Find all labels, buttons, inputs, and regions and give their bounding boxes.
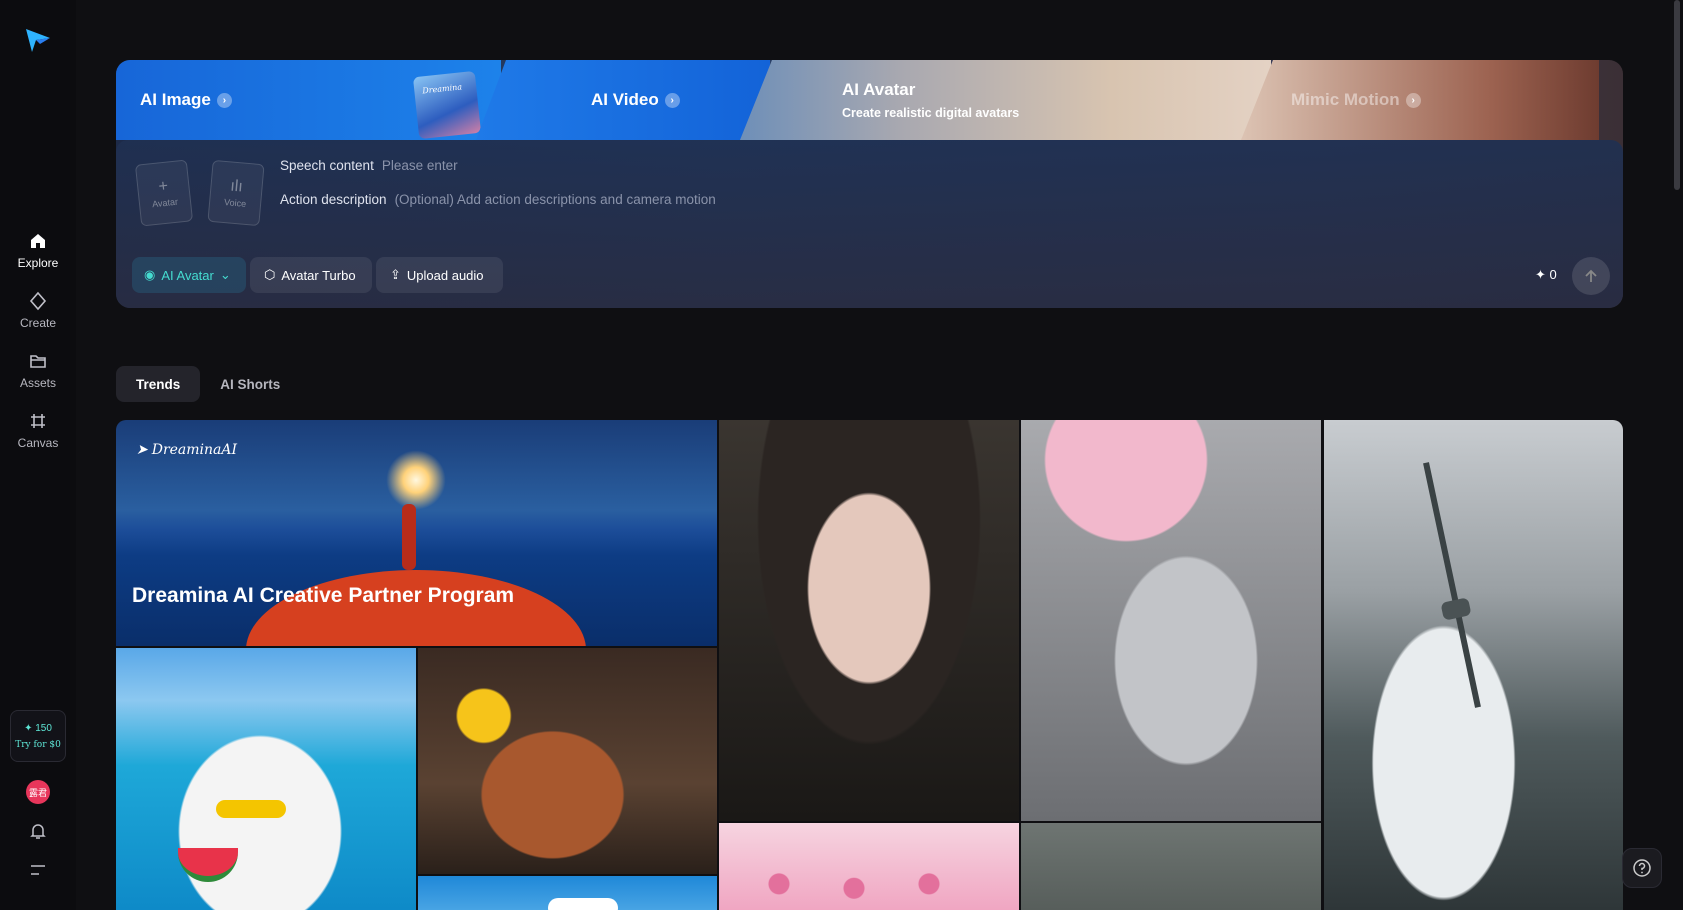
tab-label: AI Video › xyxy=(591,90,680,110)
sidebar-nav: Explore Create Assets Canvas xyxy=(0,220,76,460)
gallery-item-veiled-man[interactable] xyxy=(719,420,1019,821)
field-label: Speech content xyxy=(280,158,374,173)
tab-ai-image[interactable]: AI Image › Dreamina xyxy=(116,60,501,140)
tab-trends[interactable]: Trends xyxy=(116,366,201,402)
banner-sun xyxy=(386,450,446,510)
speech-content-field[interactable]: Speech content Please enter xyxy=(280,158,458,173)
field-label: Action description xyxy=(280,192,387,207)
cube-icon: ⬡ xyxy=(264,267,276,282)
sidebar-item-label: Explore xyxy=(17,256,59,270)
gallery-item-pink-field[interactable] xyxy=(719,823,1019,910)
chevron-down-icon: ⌄ xyxy=(219,267,231,282)
tab-ai-video-label: AI Video xyxy=(591,90,659,109)
chevron-right-icon: › xyxy=(216,92,232,108)
section-tabs: Trends AI Shorts xyxy=(116,366,300,402)
credit-cost: ✦ 0 xyxy=(1535,267,1557,283)
plus-icon: + xyxy=(157,177,169,196)
gallery-item-foggy-scene[interactable] xyxy=(1021,823,1321,910)
bell-icon[interactable] xyxy=(28,821,48,841)
banner-hill xyxy=(246,570,586,646)
eye-icon: ◉ xyxy=(144,267,156,282)
tab-ai-avatar-label: AI Avatar xyxy=(842,80,916,99)
gallery-item-cat-pool[interactable] xyxy=(116,648,416,910)
page-scrollbar[interactable] xyxy=(1674,0,1680,190)
sunglasses-shape xyxy=(216,800,286,818)
menu-icon[interactable] xyxy=(28,862,48,878)
partner-program-banner[interactable]: ➤ DreaminaAI Dreamina AI Creative Partne… xyxy=(116,420,717,646)
help-button[interactable] xyxy=(1622,848,1662,888)
dreamina-logo-icon: ➤ xyxy=(136,442,148,458)
upload-audio-button[interactable]: ⇪ Upload audio xyxy=(376,257,503,293)
slot-label: Avatar xyxy=(151,196,179,210)
mode-select-button[interactable]: ◉ AI Avatar ⌄ xyxy=(132,257,246,293)
gallery-item-steampunk-sunflower[interactable] xyxy=(418,648,717,874)
action-description-field[interactable]: Action description (Optional) Add action… xyxy=(280,192,716,207)
trial-cta: Try for $0 xyxy=(15,739,61,750)
sidebar-item-canvas[interactable]: Canvas xyxy=(0,400,76,460)
slot-label: Voice xyxy=(223,197,247,209)
thumbnail-brand-text: Dreamina xyxy=(421,82,463,96)
sidebar-item-label: Assets xyxy=(19,376,56,390)
arrow-up-icon xyxy=(1585,269,1597,282)
credits-amount: ✦ 150 xyxy=(24,722,52,734)
creation-panel: AI Image › Dreamina AI Video › AI Avatar… xyxy=(116,60,1623,308)
tab-label: AI Image › xyxy=(140,90,232,110)
folder-icon xyxy=(27,350,49,372)
gallery-item-praying-robot[interactable] xyxy=(1021,420,1321,821)
gallery-item-sky[interactable] xyxy=(418,876,717,910)
avatar-upload-slot[interactable]: + Avatar xyxy=(134,159,194,227)
watermelon-shape xyxy=(178,848,238,882)
sidebar-item-label: Canvas xyxy=(17,436,59,450)
action-description-input[interactable]: (Optional) Add action descriptions and c… xyxy=(395,192,716,207)
credits-trial-box[interactable]: ✦ 150 Try for $0 xyxy=(10,710,66,762)
tab-ai-avatar[interactable]: AI Avatar Create realistic digital avata… xyxy=(740,60,1271,140)
gallery-item-tsunami-city[interactable] xyxy=(1324,420,1623,910)
generate-button[interactable] xyxy=(1572,257,1610,295)
speech-content-input[interactable]: Please enter xyxy=(382,158,458,173)
tab-label: Mimic Motion › xyxy=(1291,90,1421,110)
prompt-area: + Avatar ılı Voice Speech content Please… xyxy=(116,140,1623,308)
home-icon xyxy=(27,230,49,252)
upload-icon: ⇪ xyxy=(390,267,401,282)
tower-pod-shape xyxy=(1440,597,1472,621)
chevron-right-icon: › xyxy=(664,92,680,108)
mode-tabs: AI Image › Dreamina AI Video › AI Avatar… xyxy=(116,60,1623,140)
waveform-icon: ılı xyxy=(229,177,244,196)
button-label: Avatar Turbo xyxy=(281,267,356,283)
sparkle-icon: ✦ xyxy=(1535,267,1546,282)
question-icon xyxy=(1633,859,1651,877)
tower-shape xyxy=(1423,462,1481,708)
tab-ai-video[interactable]: AI Video › xyxy=(476,60,770,140)
banner-brand: ➤ DreaminaAI xyxy=(136,442,237,458)
sidebar-item-create[interactable]: Create xyxy=(0,280,76,340)
banner-title: Dreamina AI Creative Partner Program xyxy=(132,584,515,607)
sidebar-item-label: Create xyxy=(19,316,57,330)
dreamina-thumbnail: Dreamina xyxy=(412,70,482,140)
button-label: Upload audio xyxy=(406,267,484,283)
voice-upload-slot[interactable]: ılı Voice xyxy=(207,159,265,227)
cloud-shape xyxy=(548,898,618,910)
sparkle-diamond-icon xyxy=(27,290,49,312)
user-avatar[interactable]: 露君 xyxy=(26,780,50,804)
tab-ai-avatar-subtitle: Create realistic digital avatars xyxy=(842,106,1020,120)
tab-mimic-motion-label: Mimic Motion xyxy=(1291,90,1400,109)
banner-brand-text: DreaminaAI xyxy=(151,442,238,458)
canvas-grid-icon xyxy=(27,410,49,432)
sidebar-item-assets[interactable]: Assets xyxy=(0,340,76,400)
banner-figure xyxy=(402,504,416,570)
chevron-right-icon: › xyxy=(1405,92,1421,108)
tab-ai-image-label: AI Image xyxy=(140,90,211,109)
gallery-grid: ➤ DreaminaAI Dreamina AI Creative Partne… xyxy=(116,420,1623,910)
credit-cost-value: 0 xyxy=(1549,267,1557,282)
tab-mimic-motion[interactable]: Mimic Motion › xyxy=(1241,60,1599,140)
sidebar-item-explore[interactable]: Explore xyxy=(0,220,76,280)
sidebar: Explore Create Assets Canvas ✦ 150 Try f… xyxy=(0,0,76,910)
model-select-button[interactable]: ⬡ Avatar Turbo xyxy=(250,257,372,293)
button-label: AI Avatar xyxy=(161,267,214,283)
dreamina-logo-icon[interactable] xyxy=(24,26,52,54)
tab-ai-shorts[interactable]: AI Shorts xyxy=(200,366,300,402)
tab-ai-avatar-text: AI Avatar Create realistic digital avata… xyxy=(842,80,1019,120)
